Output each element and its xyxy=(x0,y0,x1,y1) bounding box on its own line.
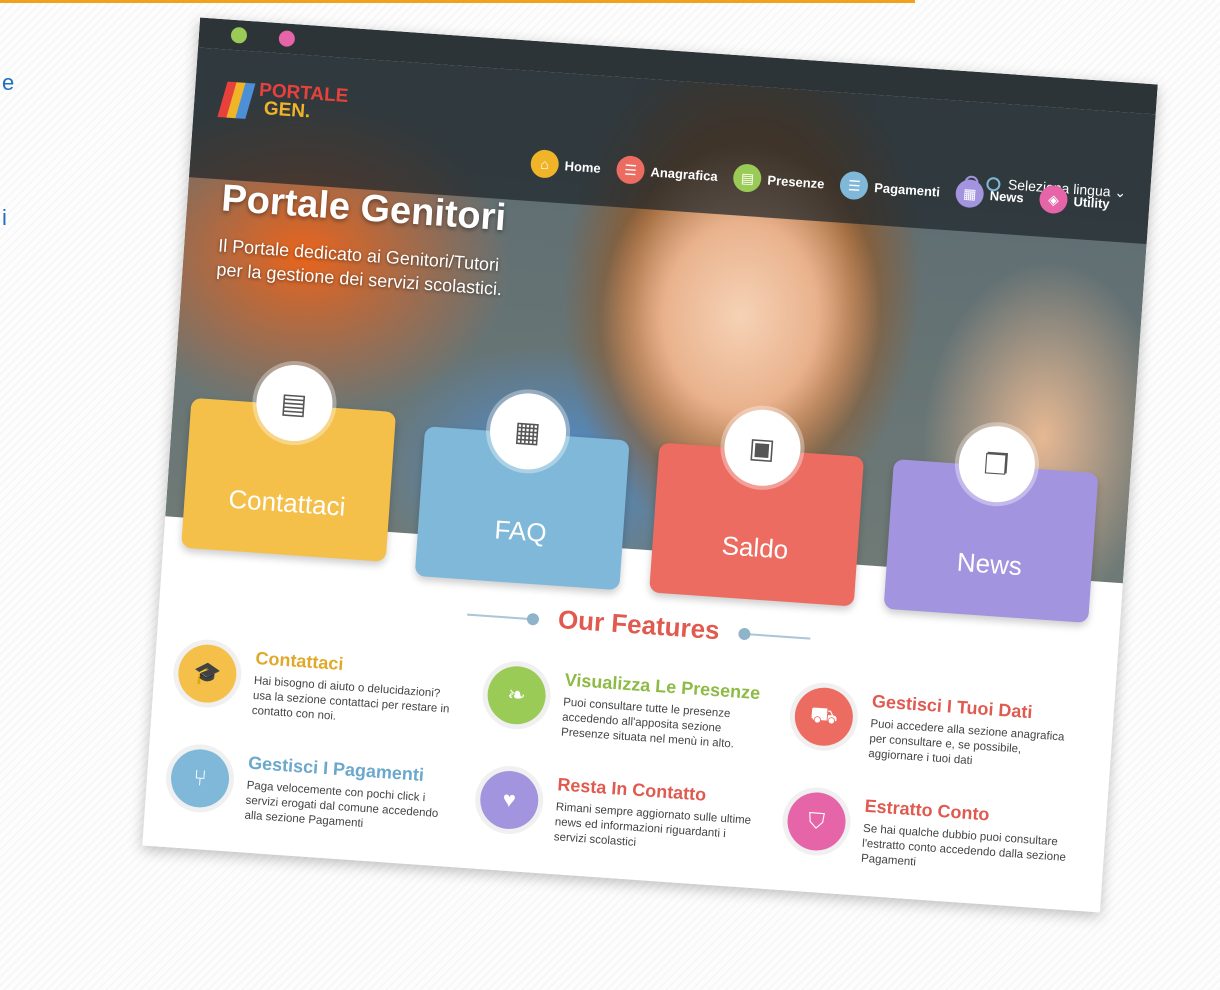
website-screenshot: PORTALE GEN. Seleziona lingua ⌄ ⌂ Home ☰… xyxy=(142,17,1158,913)
feature-description: Se hai qualche dubbio puoi consultare l'… xyxy=(860,822,1067,869)
menu-label: Anagrafica xyxy=(650,163,719,184)
document-icon: ▤ xyxy=(732,163,763,194)
tile-contattaci[interactable]: ▤ Contattaci xyxy=(181,362,397,562)
side-text-fragment: i xyxy=(2,205,7,230)
feature-title: Contattaci xyxy=(254,647,345,675)
heading-decoration xyxy=(466,613,537,621)
menu-label: Pagamenti xyxy=(873,179,941,200)
tile-label: FAQ xyxy=(493,514,548,548)
feature-description: Rimani sempre aggiornato sulle ultime ne… xyxy=(553,801,752,849)
tile-news[interactable]: ❐ News xyxy=(883,423,1099,623)
features-heading-text: Our Features xyxy=(557,604,721,646)
menu-item-home[interactable]: ⌂ Home xyxy=(529,148,602,182)
logo-text: PORTALE GEN. xyxy=(258,79,350,123)
leaf-icon: ❧ xyxy=(485,664,548,727)
menu-item-news[interactable]: ▦ News xyxy=(954,178,1025,212)
top-accent-line xyxy=(0,0,915,3)
home-icon: ⌂ xyxy=(529,148,560,179)
menu-label: News xyxy=(989,187,1025,205)
menu-item-utility[interactable]: ◈ Utility xyxy=(1038,184,1111,218)
phone-icon[interactable] xyxy=(230,26,248,44)
shield-icon: ⛉ xyxy=(785,790,848,853)
feature-description: Puoi accedere alla sezione anagrafica pe… xyxy=(867,718,1065,768)
cutlery-icon: ⑂ xyxy=(169,747,231,810)
tile-saldo[interactable]: ▣ Saldo xyxy=(649,407,865,607)
feature-title: Estratto Conto xyxy=(864,795,991,825)
calendar-icon: ▦ xyxy=(954,178,985,209)
logo-mark xyxy=(217,81,256,119)
list-icon: ☰ xyxy=(839,170,870,201)
menu-label: Home xyxy=(564,157,602,176)
feature-estratto-conto[interactable]: ⛉ Estratto Conto Se hai qualche dubbio p… xyxy=(785,790,1089,869)
feature-description: Paga velocemente con pochi click i servi… xyxy=(244,779,439,830)
graduation-cap-icon: 🎓 xyxy=(176,642,239,705)
menu-label: Presenze xyxy=(767,172,826,191)
feature-description: Puoi consultare tutte le presenze accede… xyxy=(560,696,735,751)
feature-dati[interactable]: ⛟ Gestisci I Tuoi Dati Puoi accedere all… xyxy=(792,685,1096,767)
feature-presenze[interactable]: ❧ Visualizza Le Presenze Puoi consultare… xyxy=(485,664,789,751)
feature-description: Hai bisogno di aiuto o delucidazioni? us… xyxy=(251,674,450,723)
code-icon: ◈ xyxy=(1038,184,1069,215)
tile-label: News xyxy=(955,546,1023,582)
tile-label: Contattaci xyxy=(227,483,347,522)
feature-contattaci[interactable]: 🎓 Contattaci Hai bisogno di aiuto o delu… xyxy=(176,642,479,723)
tile-label: Saldo xyxy=(720,530,790,565)
heart-icon: ♥ xyxy=(478,769,541,831)
feature-pagamenti[interactable]: ⑂ Gestisci I Pagamenti Paga velocemente … xyxy=(169,747,472,830)
car-icon: ⛟ xyxy=(792,685,855,748)
heading-decoration xyxy=(740,632,811,640)
side-text-fragment: e xyxy=(2,70,15,95)
feature-contatto[interactable]: ♥ Resta In Contatto Rimani sempre aggior… xyxy=(478,769,781,849)
list-icon: ☰ xyxy=(615,154,646,185)
clock-icon[interactable] xyxy=(278,30,296,48)
tile-faq[interactable]: ▦ FAQ xyxy=(414,390,630,591)
menu-label: Utility xyxy=(1073,193,1111,211)
